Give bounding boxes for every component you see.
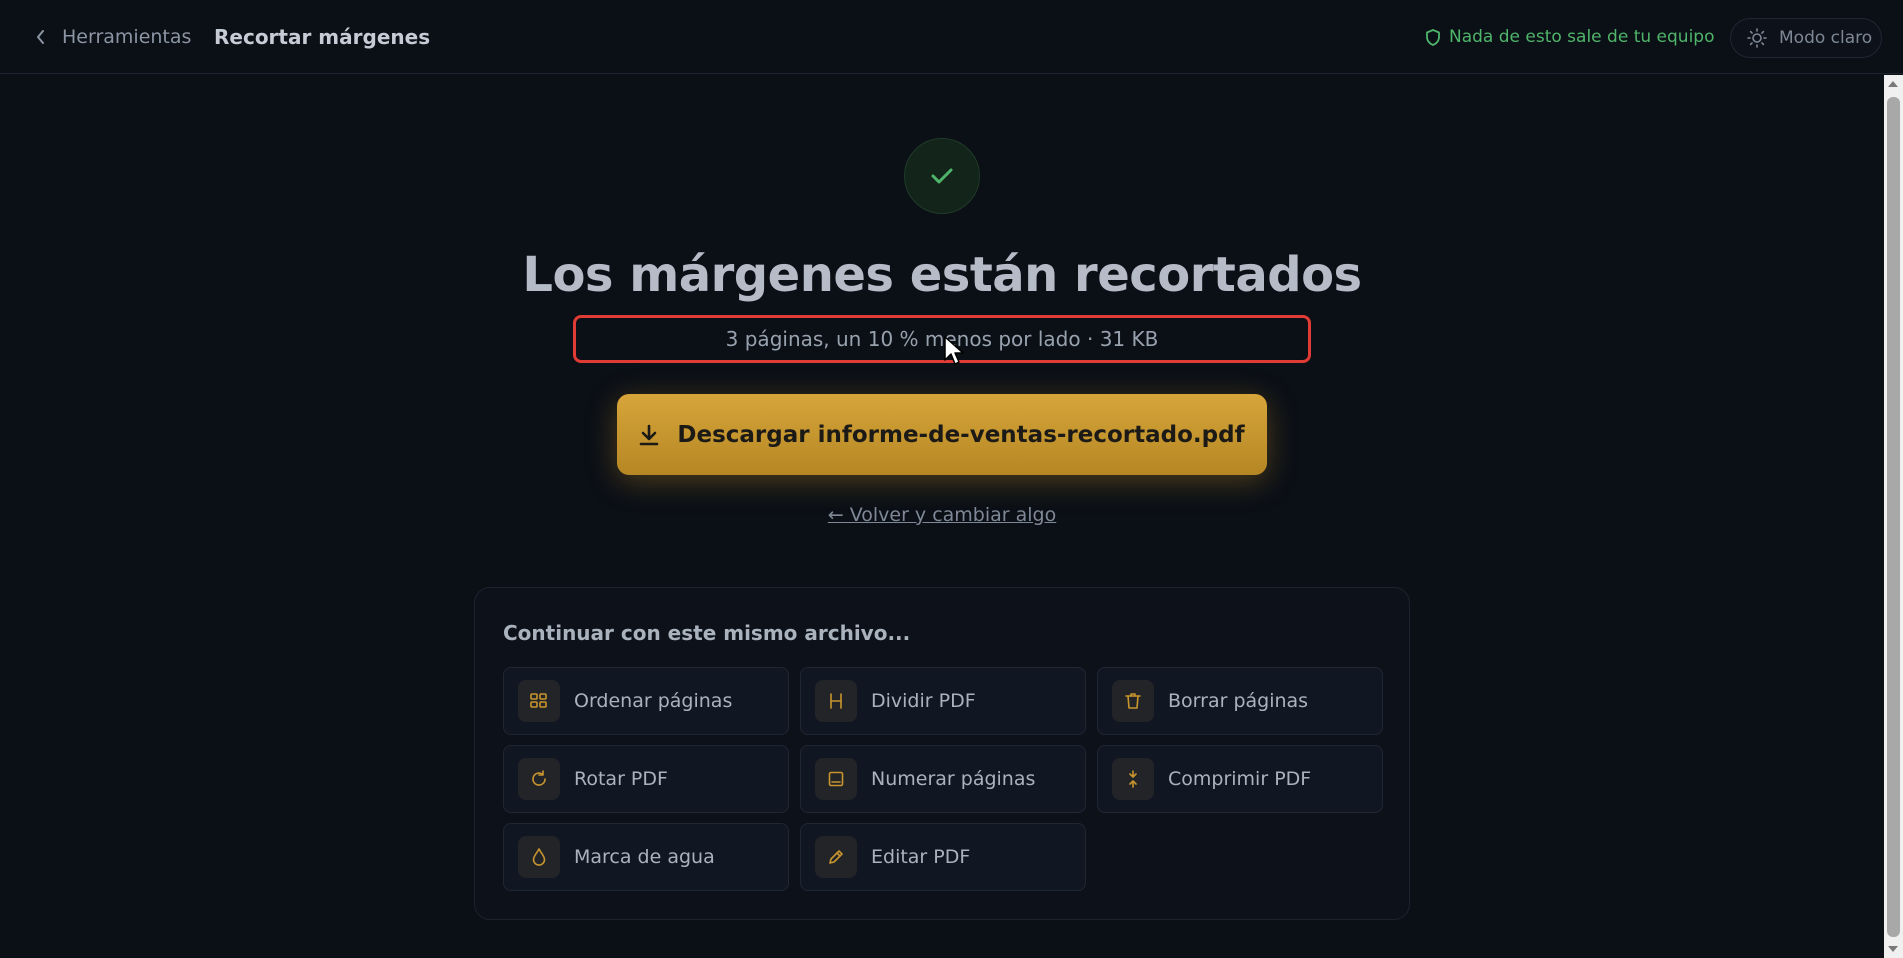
scroll-up-arrow-icon[interactable] (1888, 81, 1898, 87)
back-link[interactable]: Herramientas (36, 26, 191, 48)
compress-icon (1112, 758, 1154, 800)
tool-label: Rotar PDF (574, 768, 668, 790)
grid-icon (518, 680, 560, 722)
continue-title: Continuar con este mismo archivo... (503, 621, 911, 645)
tool-marca-de-agua[interactable]: Marca de agua (503, 823, 789, 891)
scroll-thumb[interactable] (1887, 97, 1900, 937)
tool-label: Comprimir PDF (1168, 768, 1312, 790)
result-headline: Los márgenes están recortados (522, 247, 1362, 303)
tool-label: Editar PDF (871, 846, 971, 868)
pencil-icon (815, 836, 857, 878)
scrollbar[interactable] (1884, 75, 1903, 958)
tool-comprimir-pdf[interactable]: Comprimir PDF (1097, 745, 1383, 813)
page-number-icon (815, 758, 857, 800)
success-badge (904, 138, 980, 214)
continue-panel: Continuar con este mismo archivo... Orde… (474, 587, 1410, 920)
tool-label: Ordenar páginas (574, 690, 733, 712)
trash-icon (1112, 680, 1154, 722)
tool-label: Numerar páginas (871, 768, 1036, 790)
checkmark-icon (931, 168, 953, 184)
page-title: Recortar márgenes (214, 25, 431, 49)
go-back-link[interactable]: ← Volver y cambiar algo (0, 504, 1884, 526)
tool-rotar-pdf[interactable]: Rotar PDF (503, 745, 789, 813)
shield-icon (1426, 28, 1440, 46)
top-bar: Herramientas Recortar márgenes Nada de e… (0, 0, 1903, 74)
download-label: Descargar informe-de-ventas-recortado.pd… (677, 421, 1245, 448)
back-label: Herramientas (62, 26, 192, 48)
privacy-label: Nada de esto sale de tu equipo (1449, 27, 1715, 47)
tool-label: Marca de agua (574, 846, 715, 868)
tool-label: Borrar páginas (1168, 690, 1309, 712)
tool-editar-pdf[interactable]: Editar PDF (800, 823, 1086, 891)
rotate-icon (518, 758, 560, 800)
split-icon (815, 680, 857, 722)
summary-text: 3 páginas, un 10 % menos por lado · 31 K… (725, 327, 1159, 351)
chevron-left-icon (37, 30, 44, 44)
download-button[interactable]: Descargar informe-de-ventas-recortado.pd… (617, 394, 1267, 475)
sun-icon (1747, 28, 1767, 48)
download-icon (640, 424, 659, 445)
privacy-note: Nada de esto sale de tu equipo (1426, 27, 1714, 47)
tool-label: Dividir PDF (871, 690, 976, 712)
tool-dividir-pdf[interactable]: Dividir PDF (800, 667, 1086, 735)
theme-toggle-button[interactable]: Modo claro (1730, 18, 1882, 58)
tool-ordenar-paginas[interactable]: Ordenar páginas (503, 667, 789, 735)
scroll-down-arrow-icon[interactable] (1888, 946, 1898, 952)
theme-label: Modo claro (1779, 28, 1873, 48)
tool-borrar-paginas[interactable]: Borrar páginas (1097, 667, 1383, 735)
mouse-pointer-icon (944, 336, 964, 365)
result-summary: 3 páginas, un 10 % menos por lado · 31 K… (573, 315, 1311, 363)
droplet-icon (518, 836, 560, 878)
tool-numerar-paginas[interactable]: Numerar páginas (800, 745, 1086, 813)
